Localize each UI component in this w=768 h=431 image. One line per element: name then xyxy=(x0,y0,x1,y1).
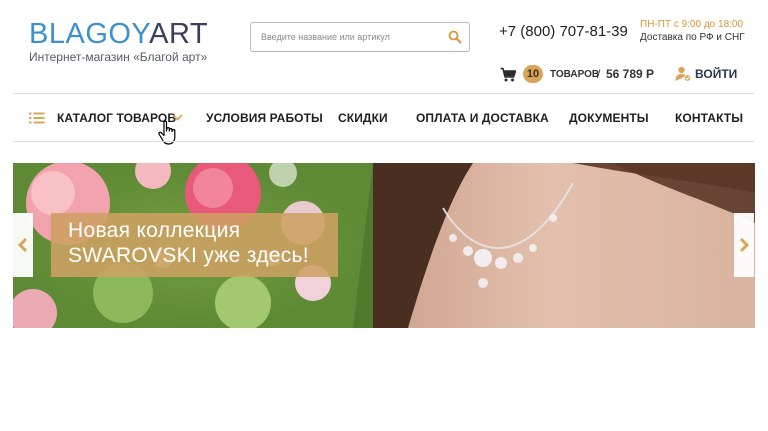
logo[interactable]: BLAGOYART xyxy=(29,18,208,50)
hand-cursor-icon xyxy=(158,120,176,145)
cart-sum[interactable]: 56 789 Р xyxy=(606,67,654,81)
next-slide-button[interactable] xyxy=(734,213,754,277)
nav-item-payment-delivery[interactable]: ОПЛАТА И ДОСТАВКА xyxy=(416,111,549,125)
nav-item-documents[interactable]: ДОКУМЕНТЫ xyxy=(569,111,649,125)
tagline: Интернет-магазин «Благой арт» xyxy=(29,50,208,64)
nav-divider-bottom xyxy=(13,141,754,142)
nav-item-contacts[interactable]: КОНТАКТЫ xyxy=(675,111,743,125)
cart-separator: / xyxy=(597,67,601,81)
delivery-info: Доставка по РФ и СНГ xyxy=(640,32,745,43)
list-icon[interactable] xyxy=(29,112,45,124)
logo-part2: ART xyxy=(149,18,209,50)
nav-item-discounts[interactable]: СКИДКИ xyxy=(338,111,388,125)
banner-caption[interactable]: Новая коллекция SWAROVSKI уже здесь! xyxy=(51,213,338,277)
login-link[interactable]: ВОЙТИ xyxy=(695,67,737,81)
prev-slide-button[interactable] xyxy=(13,213,33,277)
search-box xyxy=(250,22,470,52)
caption-line-1: Новая коллекция xyxy=(68,219,241,242)
nav-item-terms[interactable]: УСЛОВИЯ РАБОТЫ xyxy=(206,111,323,125)
arrow-right-icon xyxy=(739,237,750,253)
search-input[interactable] xyxy=(251,23,451,51)
arrow-left-icon xyxy=(17,237,28,253)
caption-line-2: SWAROVSKI уже здесь! xyxy=(68,244,309,267)
logo-part1: BLAGOY xyxy=(29,18,150,50)
cart-label[interactable]: ТОВАРОВ xyxy=(550,69,599,80)
nav-divider-top xyxy=(13,93,754,94)
login-icon[interactable] xyxy=(675,66,692,82)
search-icon[interactable] xyxy=(448,30,462,44)
phone-number[interactable]: +7 (800) 707-81-39 xyxy=(499,23,628,40)
cart-icon[interactable] xyxy=(500,67,516,82)
cart-count-badge[interactable]: 10 xyxy=(523,65,543,83)
work-hours: ПН-ПТ с 9:00 до 18:00 xyxy=(640,19,744,30)
